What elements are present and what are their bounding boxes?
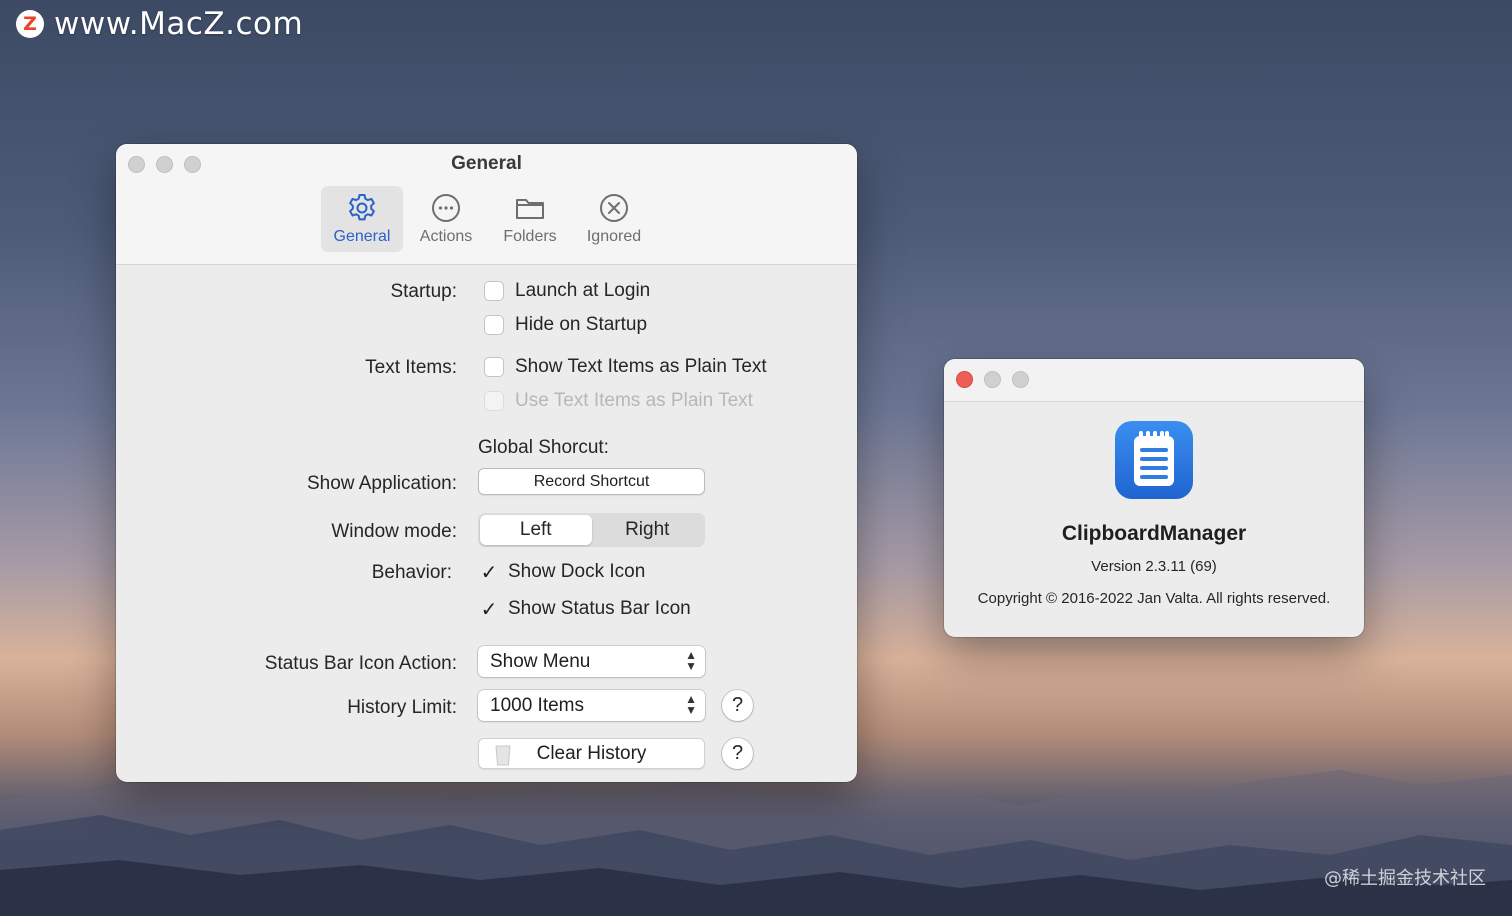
window-mode-left-segment[interactable]: Left — [480, 515, 592, 545]
hide-on-startup-option[interactable]: Hide on Startup — [484, 314, 647, 336]
show-dock-icon-option[interactable]: ✓ Show Dock Icon — [479, 561, 646, 584]
status-bar-action-select[interactable]: Show Menu ▲ ▼ — [478, 646, 705, 677]
tab-ignored[interactable]: Ignored — [573, 186, 655, 252]
clear-history-button[interactable]: Clear History — [478, 738, 705, 769]
watermark-text: www.MacZ.com — [54, 6, 304, 42]
hide-on-startup-checkbox[interactable] — [484, 315, 504, 335]
show-plain-text-label: Show Text Items as Plain Text — [515, 356, 767, 377]
x-circle-icon — [600, 194, 628, 222]
use-plain-text-option: Use Text Items as Plain Text — [484, 390, 753, 412]
gear-icon — [349, 194, 375, 221]
window-title: General — [451, 153, 522, 174]
history-limit-help-button[interactable]: ? — [722, 690, 753, 721]
window-mode-right-segment[interactable]: Right — [592, 515, 704, 545]
window-mode-label: Window mode: — [331, 521, 457, 542]
clear-history-label: Clear History — [536, 742, 647, 764]
startup-label: Startup: — [390, 281, 457, 302]
zoom-button[interactable] — [1012, 371, 1029, 388]
show-dock-icon-checkmark-icon[interactable]: ✓ — [479, 562, 499, 584]
use-plain-text-checkbox — [484, 391, 504, 411]
tab-actions-label: Actions — [419, 228, 473, 245]
show-status-bar-icon-label: Show Status Bar Icon — [508, 598, 691, 619]
status-bar-action-label: Status Bar Icon Action: — [264, 653, 457, 674]
text-items-label: Text Items: — [365, 357, 457, 378]
clear-history-help-button[interactable]: ? — [722, 738, 753, 769]
show-application-label: Show Application: — [307, 473, 457, 494]
record-shortcut-button[interactable]: Record Shortcut — [478, 468, 705, 495]
site-watermark: Z www.MacZ.com — [16, 6, 303, 42]
global-shortcut-heading: Global Shorcut: — [478, 437, 609, 458]
show-status-bar-icon-option[interactable]: ✓ Show Status Bar Icon — [479, 598, 691, 621]
history-limit-label: History Limit: — [347, 697, 457, 718]
trash-icon — [495, 745, 511, 766]
tab-folders[interactable]: Folders — [489, 186, 571, 252]
preferences-toolbar: General Actions Folders Ignored — [321, 186, 655, 252]
app-version: Version 2.3.11 (69) — [1091, 558, 1217, 575]
behavior-label: Behavior: — [371, 562, 452, 583]
tab-ignored-label: Ignored — [586, 228, 642, 245]
app-name: ClipboardManager — [1061, 522, 1247, 545]
launch-at-login-label: Launch at Login — [515, 280, 651, 301]
tab-folders-label: Folders — [503, 228, 557, 245]
traffic-lights — [956, 371, 1029, 388]
show-plain-text-option[interactable]: Show Text Items as Plain Text — [484, 356, 767, 378]
hide-on-startup-label: Hide on Startup — [515, 314, 648, 335]
tab-general[interactable]: General — [321, 186, 403, 252]
about-titlebar — [944, 359, 1364, 402]
history-limit-select[interactable]: 1000 Items ▲ ▼ — [478, 690, 705, 721]
minimize-button[interactable] — [984, 371, 1001, 388]
show-plain-text-checkbox[interactable] — [484, 357, 504, 377]
preferences-window: General General Actions Folders Ignored … — [116, 144, 857, 782]
corner-watermark: @稀土掘金技术社区 — [1324, 868, 1486, 889]
history-limit-value: 1000 Items — [490, 694, 584, 716]
watermark-logo-icon: Z — [16, 10, 44, 38]
clipboard-app-icon — [1115, 421, 1193, 499]
folder-icon — [516, 199, 544, 219]
launch-at-login-option[interactable]: Launch at Login — [484, 280, 650, 302]
use-plain-text-label: Use Text Items as Plain Text — [515, 390, 753, 411]
show-dock-icon-label: Show Dock Icon — [508, 561, 646, 582]
tab-actions[interactable]: Actions — [405, 186, 487, 252]
chevron-up-down-icon: ▲ ▼ — [685, 692, 697, 717]
about-window: ClipboardManager Version 2.3.11 (69) Cop… — [944, 359, 1364, 637]
ellipsis-circle-icon — [432, 194, 460, 222]
chevron-up-down-icon: ▲ ▼ — [685, 648, 697, 673]
launch-at-login-checkbox[interactable] — [484, 281, 504, 301]
show-status-bar-icon-checkmark-icon[interactable]: ✓ — [479, 599, 499, 621]
app-copyright: Copyright © 2016-2022 Jan Valta. All rig… — [977, 590, 1331, 607]
status-bar-action-value: Show Menu — [490, 650, 591, 672]
close-button[interactable] — [956, 371, 973, 388]
window-mode-segmented-control: Left Right — [478, 513, 705, 547]
tab-general-label: General — [333, 228, 391, 245]
preferences-titlebar: General General Actions Folders Ignored — [116, 144, 857, 265]
